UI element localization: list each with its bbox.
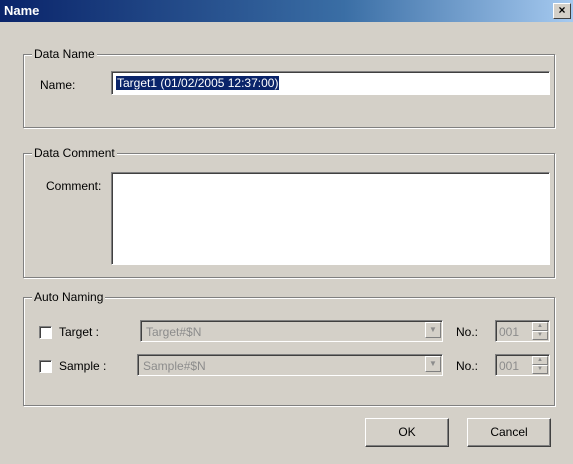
- chevron-down-icon[interactable]: ▼: [532, 365, 548, 374]
- chevron-down-icon[interactable]: ▼: [425, 356, 441, 372]
- ok-button[interactable]: OK: [365, 418, 449, 447]
- comment-label: Comment:: [46, 179, 102, 193]
- target-checkbox[interactable]: [39, 326, 52, 339]
- sample-no-label: No.:: [456, 359, 479, 373]
- sample-no-value: 001: [499, 359, 520, 373]
- target-pattern-dropdown[interactable]: Target#$N ▼: [140, 320, 443, 342]
- auto-naming-group-title: Auto Naming: [32, 290, 106, 304]
- data-comment-group-title: Data Comment: [32, 146, 117, 160]
- chevron-up-icon[interactable]: ▲: [532, 322, 548, 331]
- cancel-button[interactable]: Cancel: [467, 418, 551, 447]
- chevron-down-icon[interactable]: ▼: [532, 331, 548, 340]
- target-no-label: No.:: [456, 325, 479, 339]
- auto-naming-group: Auto Naming: [23, 290, 555, 406]
- window-title: Name: [4, 3, 40, 18]
- target-spin-buttons[interactable]: ▲ ▼: [532, 322, 548, 340]
- sample-pattern-value: Sample#$N: [143, 359, 206, 373]
- sample-checkbox[interactable]: [39, 360, 52, 373]
- target-no-spinner[interactable]: 001 ▲ ▼: [495, 320, 550, 342]
- target-label: Target :: [59, 325, 100, 339]
- name-input-value: Target1 (01/02/2005 12:37:00): [116, 76, 280, 90]
- target-no-value: 001: [499, 325, 520, 339]
- close-button[interactable]: ×: [553, 3, 571, 19]
- target-pattern-value: Target#$N: [146, 325, 202, 339]
- name-input[interactable]: Target1 (01/02/2005 12:37:00): [111, 71, 550, 95]
- data-name-group-title: Data Name: [32, 47, 97, 61]
- sample-label: Sample :: [59, 359, 107, 373]
- sample-no-spinner[interactable]: 001 ▲ ▼: [495, 354, 550, 376]
- title-bar: Name ×: [0, 0, 573, 22]
- name-label: Name:: [40, 78, 76, 92]
- comment-textarea[interactable]: [111, 172, 550, 265]
- sample-pattern-dropdown[interactable]: Sample#$N ▼: [137, 354, 443, 376]
- sample-spin-buttons[interactable]: ▲ ▼: [532, 356, 548, 374]
- chevron-up-icon[interactable]: ▲: [532, 356, 548, 365]
- chevron-down-icon[interactable]: ▼: [425, 322, 441, 338]
